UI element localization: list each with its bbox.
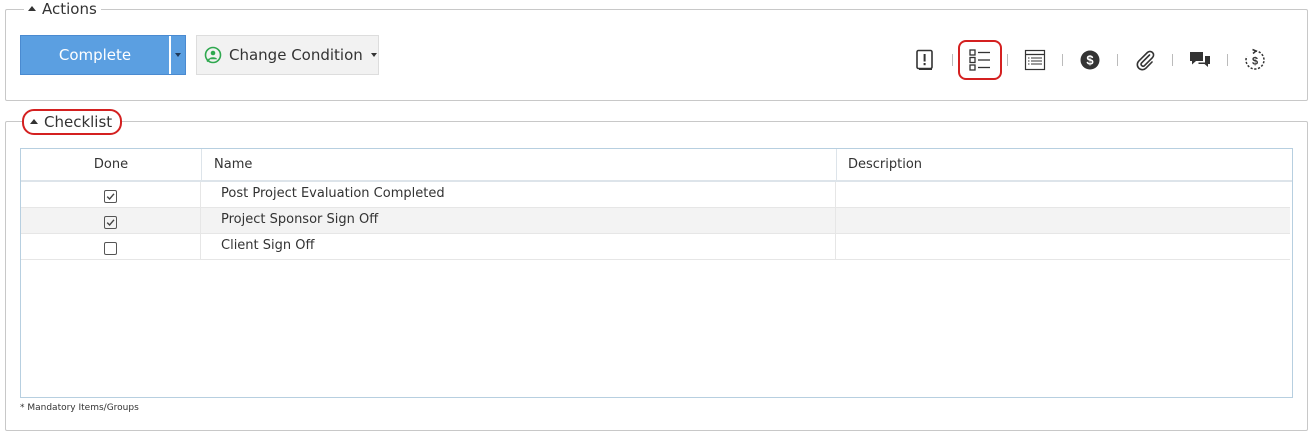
complete-button[interactable]: Complete — [20, 35, 186, 75]
column-header-name[interactable]: Name — [202, 149, 837, 180]
column-header-description[interactable]: Description — [837, 149, 1292, 180]
toolbar-divider — [1172, 54, 1173, 66]
cost-icon[interactable]: $ — [1076, 46, 1104, 74]
name-cell: Project Sponsor Sign Off — [201, 208, 836, 233]
collapse-caret-icon[interactable] — [30, 118, 38, 124]
complete-dropdown-toggle[interactable] — [171, 36, 185, 74]
attachment-icon[interactable] — [1131, 46, 1159, 74]
name-cell: Client Sign Off — [201, 234, 836, 259]
description-cell — [836, 234, 1290, 259]
table-row: Post Project Evaluation Completed — [21, 182, 1290, 208]
mandatory-footnote: * Mandatory Items/Groups — [20, 403, 139, 413]
comments-icon[interactable] — [1186, 46, 1214, 74]
checklist-legend[interactable]: Checklist — [22, 109, 123, 135]
change-condition-button[interactable]: Change Condition — [196, 35, 379, 75]
svg-text:$: $ — [1086, 53, 1094, 68]
details-icon[interactable] — [1021, 46, 1049, 74]
description-cell — [836, 208, 1290, 233]
budget-icon[interactable]: $ — [1241, 46, 1269, 74]
collapse-caret-icon[interactable] — [28, 5, 36, 11]
done-cell — [21, 208, 201, 233]
toolbar-divider — [1062, 54, 1063, 66]
issues-icon[interactable] — [911, 46, 939, 74]
toolbar-divider — [1007, 54, 1008, 66]
checklist-icon[interactable] — [958, 40, 1002, 80]
change-condition-label: Change Condition — [229, 46, 363, 64]
actions-panel: Actions Complete Change Condition $ $ — [5, 0, 1308, 101]
column-header-done[interactable]: Done — [21, 149, 202, 180]
name-cell: Post Project Evaluation Completed — [201, 182, 836, 207]
description-cell — [836, 182, 1290, 207]
checklist-legend-label: Checklist — [44, 113, 113, 131]
done-checkbox-checked[interactable] — [104, 216, 117, 229]
toolbar-divider — [952, 54, 953, 66]
checklist-panel: Checklist Done Name Description Post Pro… — [5, 109, 1308, 431]
svg-text:$: $ — [1252, 56, 1258, 68]
done-cell — [21, 234, 201, 259]
table-row: Project Sponsor Sign Off — [21, 208, 1290, 234]
done-checkbox-checked[interactable] — [104, 190, 117, 203]
toolbar-divider — [1227, 54, 1228, 66]
actions-toolbar: $ $ — [911, 40, 1269, 80]
table-row: Client Sign Off — [21, 234, 1290, 260]
checklist-grid: Done Name Description Post Project Evalu… — [20, 148, 1293, 398]
toolbar-divider — [1117, 54, 1118, 66]
chevron-down-icon — [175, 53, 181, 57]
chevron-down-icon — [370, 53, 377, 57]
done-checkbox-unchecked[interactable] — [104, 242, 117, 255]
done-cell — [21, 182, 201, 207]
condition-icon — [203, 45, 223, 65]
actions-legend-label: Actions — [42, 0, 97, 18]
actions-legend[interactable]: Actions — [24, 0, 101, 19]
complete-button-label[interactable]: Complete — [21, 36, 171, 74]
grid-header: Done Name Description — [21, 149, 1292, 182]
